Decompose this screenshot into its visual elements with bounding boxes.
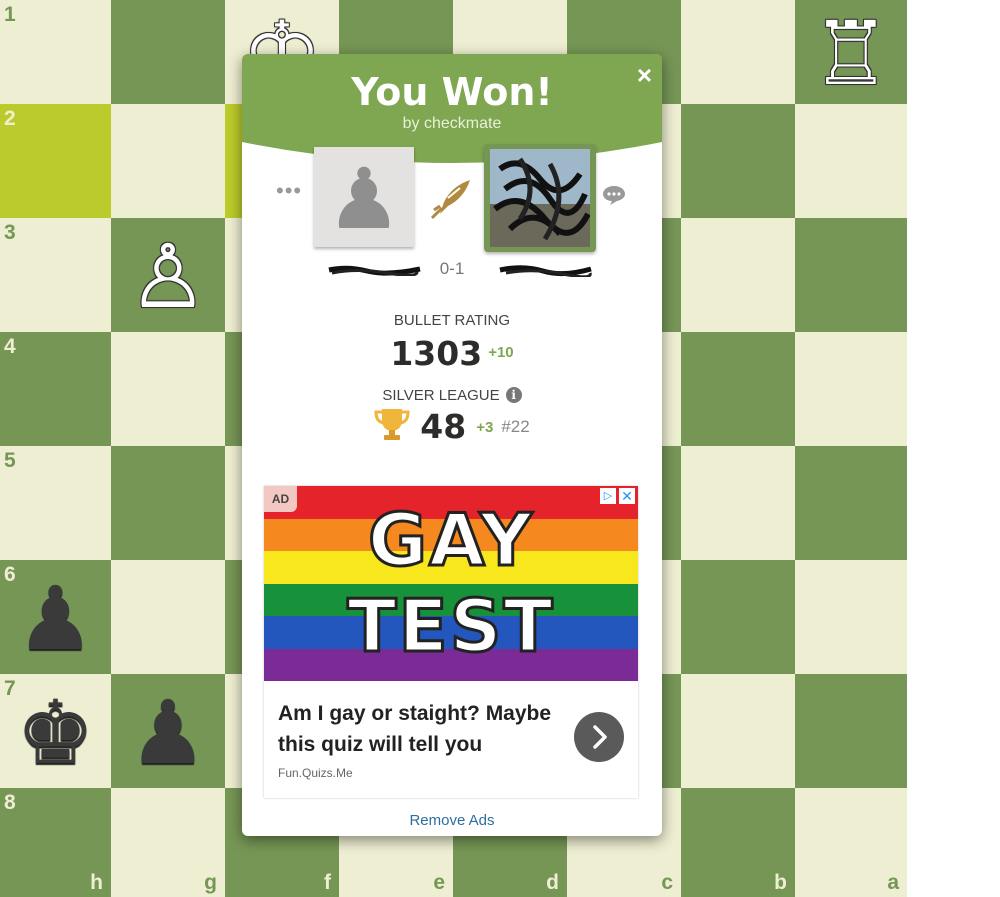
square-b2[interactable] xyxy=(681,104,795,218)
rating-row: 1303 +10 xyxy=(242,334,662,373)
file-label: c xyxy=(661,871,673,894)
bullet-rocket-icon xyxy=(430,176,474,225)
black-pawn-icon[interactable]: ♟ xyxy=(16,575,95,663)
square-h2[interactable]: 2 xyxy=(0,104,111,218)
league-points: 48 xyxy=(420,407,467,446)
ad-badge: AD xyxy=(264,486,297,512)
rank-label: 7 xyxy=(4,677,16,700)
square-a7[interactable] xyxy=(795,674,907,788)
ad-headline[interactable]: Am I gay or staight? Maybe this quiz wil… xyxy=(278,698,568,760)
square-g4[interactable] xyxy=(111,332,225,446)
square-b3[interactable] xyxy=(681,218,795,332)
trophy-icon xyxy=(374,406,410,447)
player-photo xyxy=(490,149,590,247)
square-a5[interactable] xyxy=(795,446,907,560)
white-pawn-icon[interactable]: ♙ xyxy=(129,233,208,321)
league-rank: #22 xyxy=(501,417,530,436)
rank-label: 1 xyxy=(4,3,16,26)
square-b4[interactable] xyxy=(681,332,795,446)
black-king-icon[interactable]: ♚ xyxy=(16,689,95,777)
rank-label: 2 xyxy=(4,107,16,130)
league-label: SILVER LEAGUE xyxy=(382,387,500,404)
close-icon[interactable]: × xyxy=(637,62,652,88)
remove-ads-link[interactable]: Remove Ads xyxy=(242,812,662,829)
ad-banner-word-1: GAY xyxy=(366,497,535,584)
league-row: 48 +3 #22 xyxy=(242,406,662,447)
square-a6[interactable] xyxy=(795,560,907,674)
file-label: e xyxy=(433,871,445,894)
rating-label: BULLET RATING xyxy=(393,312,511,329)
square-b5[interactable] xyxy=(681,446,795,560)
adchoices-icon[interactable]: ▷ xyxy=(600,488,616,504)
chat-bubble-icon[interactable] xyxy=(602,184,626,211)
rating-delta: +10 xyxy=(488,344,514,361)
default-pawn-avatar-icon: ♟ xyxy=(326,150,402,248)
square-g7[interactable]: ♟ xyxy=(111,674,225,788)
square-b7[interactable] xyxy=(681,674,795,788)
file-label: h xyxy=(90,871,103,894)
black-pawn-icon[interactable]: ♟ xyxy=(129,689,208,777)
square-g8[interactable]: g xyxy=(111,788,225,897)
square-h7[interactable]: 7 ♚ xyxy=(0,674,111,788)
square-g2[interactable] xyxy=(111,104,225,218)
ad-close-icon[interactable]: ✕ xyxy=(619,488,635,504)
rating-value: 1303 xyxy=(390,334,483,373)
ad-cta-button[interactable] xyxy=(574,712,624,762)
file-label: a xyxy=(887,871,899,894)
player-avatar-left[interactable]: ♟ xyxy=(314,147,414,248)
square-g1[interactable] xyxy=(111,0,225,104)
info-icon[interactable]: i xyxy=(505,387,522,403)
square-a3[interactable] xyxy=(795,218,907,332)
advertisement[interactable]: GAY TEST AD ▷ ✕ Am I gay or staight? May… xyxy=(264,486,638,798)
rank-label: 3 xyxy=(4,221,16,244)
rank-label: 5 xyxy=(4,449,16,472)
file-label: b xyxy=(774,871,787,894)
league-label-row: SILVER LEAGUE i xyxy=(242,387,662,404)
square-a8[interactable]: a xyxy=(795,788,907,897)
white-rook-icon[interactable]: ♖ xyxy=(812,10,891,98)
rank-label: 6 xyxy=(4,563,16,586)
game-over-modal: You Won! by checkmate × ••• ♟ 0-1 BULLET… xyxy=(242,54,662,836)
more-options-icon[interactable]: ••• xyxy=(276,178,302,204)
square-a4[interactable] xyxy=(795,332,907,446)
player-name-right-redacted xyxy=(498,263,593,282)
square-b1[interactable] xyxy=(681,0,795,104)
square-h6[interactable]: 6 ♟ xyxy=(0,560,111,674)
game-score: 0-1 xyxy=(439,259,465,278)
square-b6[interactable] xyxy=(681,560,795,674)
modal-subtitle: by checkmate xyxy=(402,115,502,132)
square-h8[interactable]: 8h xyxy=(0,788,111,897)
ad-banner-word-2: TEST xyxy=(346,583,555,670)
square-h1[interactable]: 1 xyxy=(0,0,111,104)
file-label: f xyxy=(324,871,331,894)
square-h4[interactable]: 4 xyxy=(0,332,111,446)
square-a1[interactable]: ♖ xyxy=(795,0,907,104)
file-label: d xyxy=(546,871,559,894)
rank-label: 4 xyxy=(4,335,16,358)
ad-banner-image[interactable]: GAY TEST xyxy=(264,486,638,681)
square-g3[interactable]: ♙ xyxy=(111,218,225,332)
square-a2[interactable] xyxy=(795,104,907,218)
player-avatar-right[interactable] xyxy=(484,144,596,252)
league-delta: +3 xyxy=(476,419,494,436)
square-g6[interactable] xyxy=(111,560,225,674)
square-b8[interactable]: b xyxy=(681,788,795,897)
rank-label: 8 xyxy=(4,791,16,814)
modal-title: You Won! xyxy=(351,70,553,114)
file-label: g xyxy=(204,871,217,894)
chevron-right-icon xyxy=(593,725,607,749)
square-g5[interactable] xyxy=(111,446,225,560)
ad-source: Fun.Quizs.Me xyxy=(278,766,353,780)
square-h3[interactable]: 3 xyxy=(0,218,111,332)
square-h5[interactable]: 5 xyxy=(0,446,111,560)
player-name-left-redacted xyxy=(327,263,422,281)
